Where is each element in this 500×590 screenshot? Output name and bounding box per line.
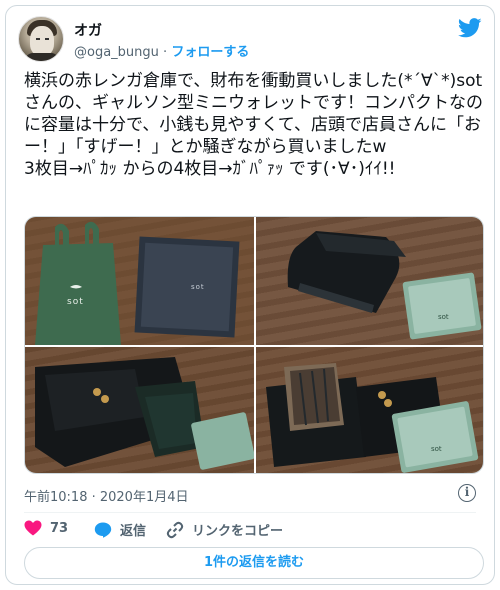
reply-button[interactable]: 返信 <box>94 520 146 539</box>
like-count: 73 <box>50 520 69 536</box>
photo-grid[interactable]: sot sot sot sot <box>24 216 484 474</box>
handle-row: @oga_bungu · フォローする <box>74 41 249 60</box>
card-brand-label: sot <box>438 313 449 321</box>
separator-dot: · <box>163 45 168 60</box>
user-handle[interactable]: @oga_bungu <box>74 45 159 60</box>
like-button[interactable]: 73 <box>24 520 68 536</box>
photo-1[interactable]: sot sot <box>25 217 254 345</box>
tweet-card: オガ @oga_bungu · フォローする 横浜の赤レンガ倉庫で、財布を衝動買… <box>5 5 495 585</box>
bag-brand-label: sot <box>67 297 84 307</box>
tweet-timestamp[interactable]: 午前10:18 · 2020年1月4日 <box>24 486 189 505</box>
user-name[interactable]: オガ <box>74 20 102 40</box>
reply-label: 返信 <box>120 524 147 539</box>
card-brand-label-4: sot <box>431 445 442 453</box>
divider <box>24 512 476 513</box>
copy-link-label: リンクをコピー <box>192 524 284 539</box>
action-bar: 73 返信 リンクをコピー <box>24 520 484 540</box>
link-icon <box>166 521 184 538</box>
info-icon[interactable]: i <box>458 484 476 502</box>
twitter-bird-icon[interactable] <box>458 18 482 38</box>
follow-button[interactable]: フォローする <box>171 45 249 60</box>
photo-4[interactable]: sot <box>256 347 483 473</box>
tweet-header: オガ @oga_bungu · フォローする <box>18 16 482 64</box>
read-replies-button[interactable]: 1件の返信を読む <box>24 547 484 579</box>
reply-bubble-icon <box>94 522 112 538</box>
tweet-text: 横浜の赤レンガ倉庫で、財布を衝動買いしました(*´∀`*)sotさんの、ギャルソ… <box>24 71 483 179</box>
user-avatar[interactable] <box>18 16 64 62</box>
photo-3[interactable] <box>25 347 254 473</box>
photo-2[interactable]: sot <box>256 217 483 345</box>
copy-link-button[interactable]: リンクをコピー <box>166 520 283 539</box>
heart-icon <box>24 520 42 536</box>
box-brand-label: sot <box>191 283 205 291</box>
